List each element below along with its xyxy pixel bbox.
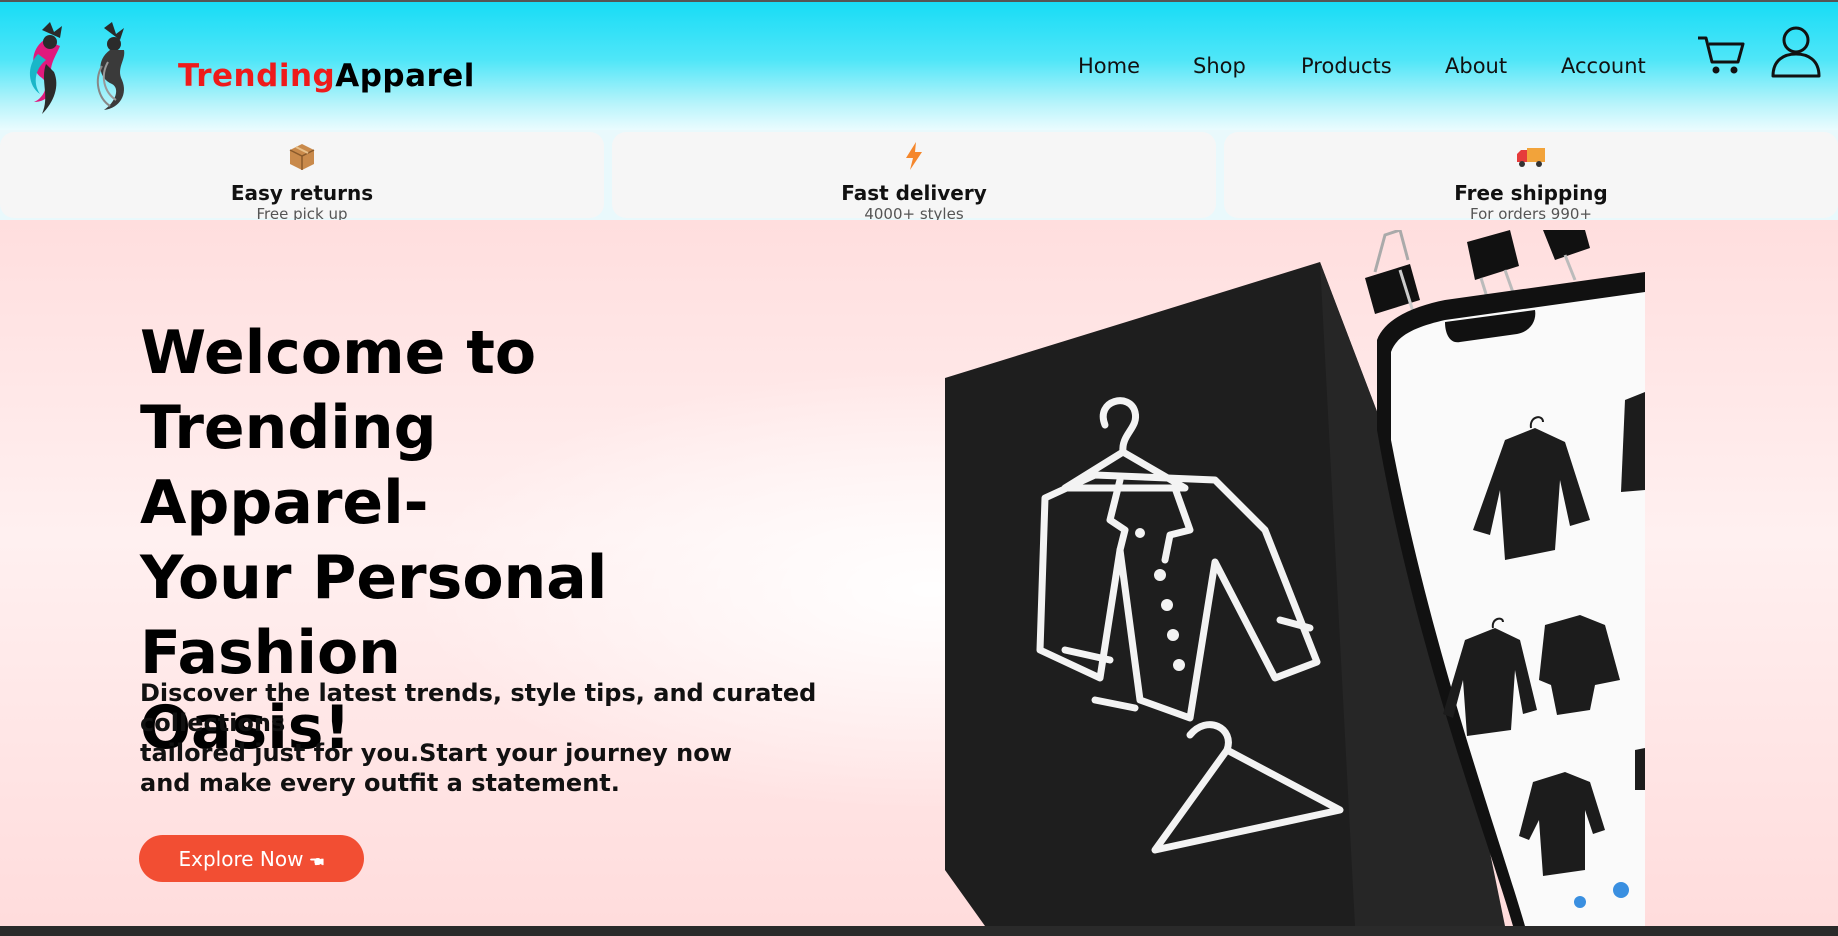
nav-home[interactable]: Home [1078,54,1140,78]
user-icon[interactable] [1770,24,1822,80]
hero-illustration [945,228,1645,926]
nav-account[interactable]: Account [1561,54,1646,78]
delivery-truck-icon [1515,140,1547,172]
hero-section: Welcome to Trending Apparel- Your Person… [0,220,1838,926]
hero-desc-line: Discover the latest trends, style tips, … [140,679,817,707]
hero-desc-line: collections [140,709,286,737]
lightning-icon [898,140,930,172]
nav-products[interactable]: Products [1301,54,1392,78]
feature-free-shipping: Free shipping For orders 990+ [1224,132,1838,223]
hero-title-line: Apparel- [140,468,429,538]
feature-title: Easy returns [230,181,374,205]
package-icon [286,140,318,172]
feature-title: Fast delivery [841,181,987,205]
hero-desc-line: and make every outfit a statement. [140,769,620,797]
feature-title: Free shipping [1454,181,1608,205]
taskbar-edge [0,926,1838,936]
site-header: TrendingApparel Home Shop Products About… [0,0,1838,130]
brand-apparel: Apparel [335,58,475,94]
cart-icon[interactable] [1696,32,1746,78]
nav-about[interactable]: About [1445,54,1507,78]
feature-easy-returns: Easy returns Free pick up [0,132,604,223]
features-strip: Easy returns Free pick up Fast delivery … [0,130,1838,223]
hero-title-line: Welcome to Trending [140,318,537,463]
hero-title-line: Your Personal Fashion [140,543,608,688]
hero-desc-line: tailored just for you.Start your journey… [140,739,732,767]
brand-trending: Trending [178,58,336,94]
feature-fast-delivery: Fast delivery 4000+ styles [612,132,1216,223]
explore-now-button[interactable]: Explore Now 🖜 [139,835,364,882]
fashion-logo-icon[interactable] [20,20,138,118]
brand-logo-text[interactable]: TrendingApparel [178,58,475,94]
hero-description: Discover the latest trends, style tips, … [140,678,860,798]
nav-shop[interactable]: Shop [1193,54,1246,78]
